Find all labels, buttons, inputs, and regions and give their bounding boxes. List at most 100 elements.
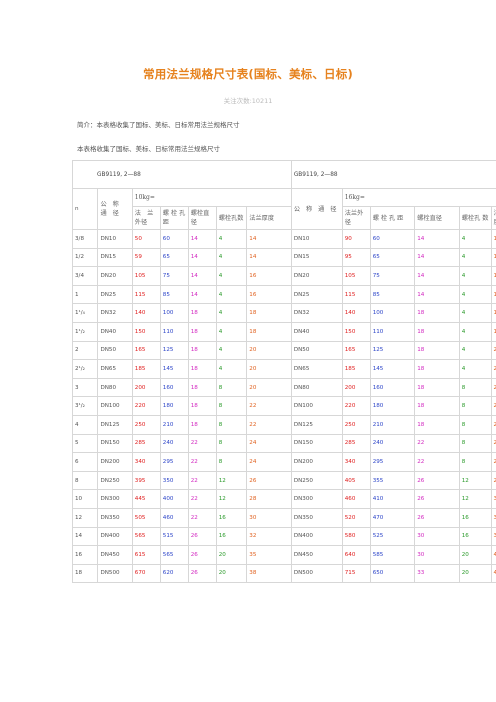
- left-outer-diameter-cell: 395: [131, 470, 161, 491]
- left-bolt-diameter-cell: 18: [187, 340, 217, 361]
- right-bolt-hole-count-cell: 4: [458, 266, 492, 286]
- left-bolt-hole-count-cell: 16: [215, 507, 248, 528]
- left-outer-diameter-cell: 165: [131, 340, 161, 361]
- right-bolt-diameter-cell: 18: [414, 340, 460, 361]
- left-bolt-diameter-cell: 22: [187, 507, 217, 528]
- left-bolt-circle-cell: 125: [159, 340, 189, 361]
- header-left-bolt-hole-count: 螺栓孔数: [215, 206, 248, 230]
- pipe-size-cell: 12: [71, 507, 99, 528]
- right-flange-thickness-cell: 32: [490, 489, 496, 509]
- left-bolt-circle-cell: 85: [159, 284, 189, 305]
- left-bolt-circle-cell: 180: [159, 396, 189, 416]
- pipe-size-cell: 10: [71, 489, 99, 509]
- left-bolt-diameter-cell: 18: [187, 396, 217, 416]
- nominal-diameter-cell: DN500: [97, 563, 133, 584]
- right-bolt-hole-count-cell: 4: [458, 359, 492, 379]
- right-flange-thickness-cell: 22: [490, 414, 496, 435]
- header-left-flange-thickness: 法兰厚度: [246, 206, 292, 230]
- left-outer-diameter-cell: 670: [131, 563, 161, 584]
- page-title: 常用法兰规格尺寸表(国标、美标、日标): [143, 67, 353, 81]
- table-body: GB9119, 2—88 GB9119, 2—88 n 公 称 通 径 10kg…: [71, 160, 496, 584]
- left-bolt-hole-count-cell: 4: [215, 266, 248, 286]
- left-flange-thickness-cell: 24: [246, 433, 292, 454]
- right-bolt-circle-cell: 410: [369, 489, 416, 509]
- table-row: 3¹/₂DN10022018018822DN10022018018822: [71, 396, 496, 416]
- left-outer-diameter-cell: 565: [131, 526, 161, 547]
- right-flange-thickness-cell: 29: [490, 470, 496, 491]
- pipe-size-cell: 2: [71, 340, 99, 361]
- left-bolt-diameter-cell: 18: [187, 303, 217, 323]
- nominal-diameter-cell: DN10: [97, 229, 133, 249]
- left-flange-thickness-cell: 16: [246, 266, 292, 286]
- pipe-size-cell: 5: [71, 433, 99, 454]
- right-bolt-hole-count-cell: 8: [458, 452, 492, 472]
- pipe-size-cell: 3¹/₂: [71, 396, 99, 416]
- left-bolt-diameter-cell: 18: [187, 414, 217, 435]
- nominal-diameter-label-left: 公 称 通 径: [97, 188, 133, 230]
- left-outer-diameter-cell: 150: [131, 321, 161, 342]
- right-flange-thickness-cell: 16: [490, 266, 496, 286]
- right-flange-thickness-cell: 22: [490, 396, 496, 416]
- right-flange-thickness-cell: 14: [490, 229, 496, 249]
- right-bolt-circle-cell: 65: [369, 247, 416, 268]
- left-bolt-circle-cell: 110: [159, 321, 189, 342]
- nominal-diameter-cell: DN32: [97, 303, 133, 323]
- right-outer-diameter-cell: 285: [341, 433, 371, 454]
- right-bolt-circle-cell: 240: [369, 433, 416, 454]
- nominal-diameter-cell: DN450: [290, 545, 343, 565]
- right-bolt-diameter-cell: 18: [414, 321, 460, 342]
- left-flange-thickness-cell: 18: [246, 303, 292, 323]
- standard-right-label: GB9119, 2—88: [293, 171, 338, 178]
- nominal-diameter-cell: DN150: [97, 433, 133, 454]
- left-bolt-hole-count-cell: 20: [215, 563, 248, 584]
- table-row: 12DN350505460221630DN350520470261635: [71, 507, 496, 528]
- right-bolt-hole-count-cell: 20: [458, 545, 492, 565]
- left-bolt-diameter-cell: 18: [187, 377, 217, 398]
- left-outer-diameter-cell: 115: [131, 284, 161, 305]
- left-bolt-hole-count-cell: 4: [215, 359, 248, 379]
- left-outer-diameter-cell: 505: [131, 507, 161, 528]
- left-flange-thickness-cell: 20: [246, 359, 292, 379]
- nominal-diameter-cell: DN40: [290, 321, 343, 342]
- right-outer-diameter-cell: 185: [341, 359, 371, 379]
- nominal-diameter-cell: DN80: [290, 377, 343, 398]
- right-bolt-hole-count-cell: 8: [458, 396, 492, 416]
- right-flange-thickness-cell: 20: [490, 359, 496, 379]
- right-bolt-hole-count-cell: 12: [458, 489, 492, 509]
- right-bolt-hole-count-cell: 4: [458, 229, 492, 249]
- right-outer-diameter-cell: 715: [341, 563, 371, 584]
- nominal-diameter-cell: DN20: [97, 266, 133, 286]
- header-right-bolt-circle: 螺 栓 孔 距: [369, 206, 416, 230]
- nominal-diameter-cell: DN100: [290, 396, 343, 416]
- table-row: 8DN250395350221226DN250405355261229: [71, 470, 496, 491]
- nominal-diameter-cell: DN65: [97, 359, 133, 379]
- left-outer-diameter-cell: 50: [131, 229, 161, 249]
- header-left-outer-diameter: 法 兰 外径: [131, 206, 161, 230]
- left-bolt-hole-count-cell: 8: [215, 414, 248, 435]
- left-flange-thickness-cell: 30: [246, 507, 292, 528]
- right-outer-diameter-cell: 105: [341, 266, 371, 286]
- right-bolt-hole-count-cell: 8: [458, 377, 492, 398]
- right-bolt-diameter-cell: 14: [414, 229, 460, 249]
- left-outer-diameter-cell: 615: [131, 545, 161, 565]
- left-bolt-circle-cell: 75: [159, 266, 189, 286]
- left-bolt-diameter-cell: 18: [187, 321, 217, 342]
- right-bolt-diameter-cell: 26: [414, 507, 460, 528]
- right-outer-diameter-cell: 340: [341, 452, 371, 472]
- left-outer-diameter-cell: 140: [131, 303, 161, 323]
- left-bolt-circle-cell: 160: [159, 377, 189, 398]
- right-bolt-circle-cell: 470: [369, 507, 416, 528]
- left-outer-diameter-cell: 105: [131, 266, 161, 286]
- nominal-diameter-cell: DN25: [290, 284, 343, 305]
- left-bolt-circle-cell: 400: [159, 489, 189, 509]
- left-bolt-hole-count-cell: 4: [215, 229, 248, 249]
- left-bolt-circle-cell: 295: [159, 452, 189, 472]
- right-bolt-diameter-cell: 18: [414, 359, 460, 379]
- column-header-row: 法 兰 外径螺 栓 孔 距螺栓直 径螺栓孔数 法兰厚度 法兰外 径螺 栓 孔 距螺栓…: [73, 206, 496, 230]
- right-outer-diameter-cell: 580: [341, 526, 371, 547]
- left-bolt-hole-count-cell: 4: [215, 340, 248, 361]
- left-bolt-hole-count-cell: 12: [215, 489, 248, 509]
- left-flange-thickness-cell: 20: [246, 377, 292, 398]
- left-bolt-circle-cell: 620: [159, 563, 189, 584]
- nominal-diameter-cell: DN300: [97, 489, 133, 509]
